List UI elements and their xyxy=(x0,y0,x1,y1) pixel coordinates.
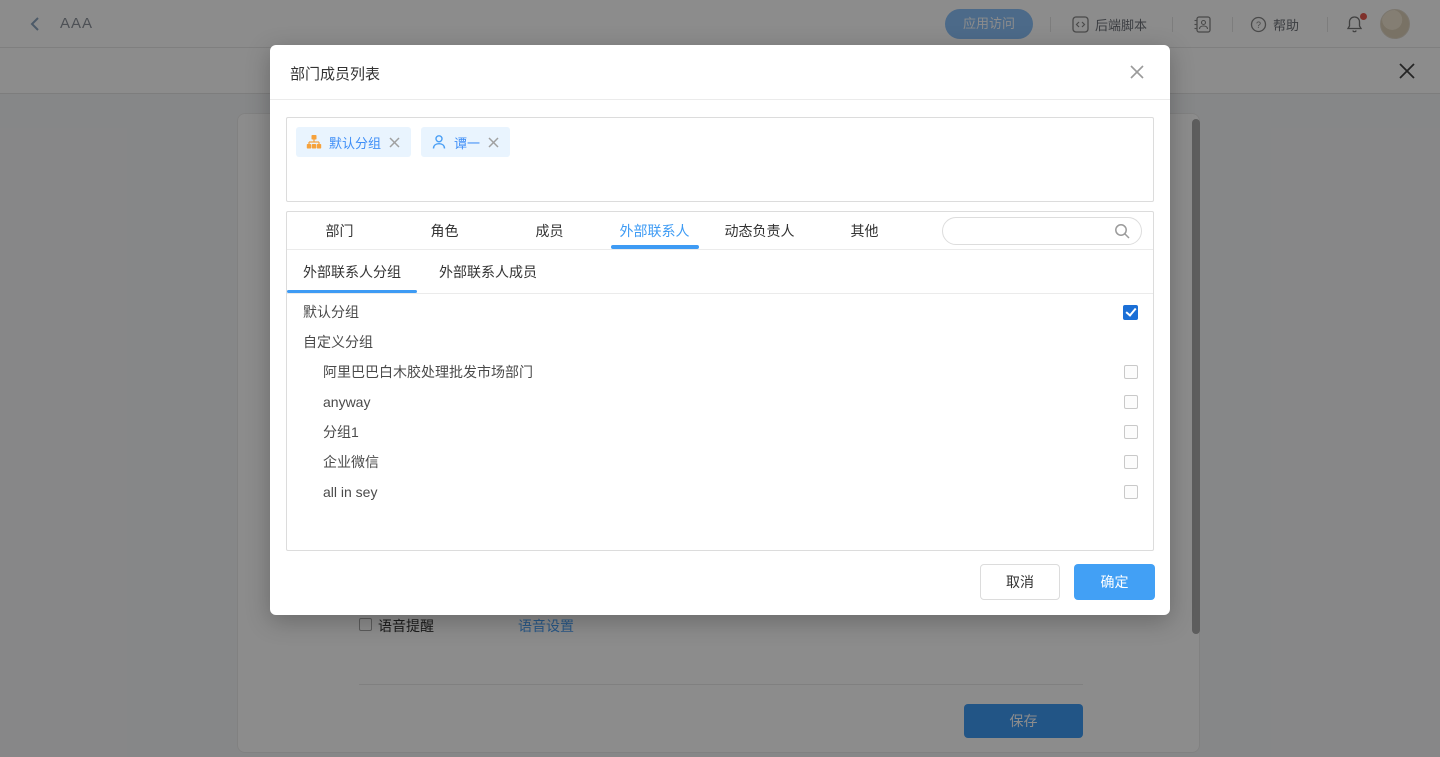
list-item-label: all in sey xyxy=(303,484,377,500)
selected-tags-box: 默认分组 谭一 xyxy=(286,117,1154,202)
subtab-external-contact-members[interactable]: 外部联系人成员 xyxy=(423,250,553,293)
list-item-checkbox[interactable] xyxy=(1124,425,1138,439)
picker-box: 部门 角色 成员 外部联系人 动态负责人 其他 外部联系人分组 外部联系人成员 … xyxy=(286,211,1154,551)
tab-row: 部门 角色 成员 外部联系人 动态负责人 其他 xyxy=(287,212,1153,250)
modal-close-icon[interactable] xyxy=(1128,63,1146,81)
list-item[interactable]: 分组1 xyxy=(287,417,1153,447)
department-member-modal: 部门成员列表 默认分组 谭一 部门 角色 xyxy=(270,45,1170,615)
list-item-checkbox[interactable] xyxy=(1124,365,1138,379)
org-chart-icon xyxy=(306,134,322,150)
list-item-checkbox[interactable] xyxy=(1124,395,1138,409)
list-item-label: 自定义分组 xyxy=(303,332,373,352)
tag-label: 谭一 xyxy=(454,133,480,152)
list-item[interactable]: 默认分组 xyxy=(287,297,1153,327)
selected-tag-group[interactable]: 默认分组 xyxy=(296,127,411,157)
tab-external-contact[interactable]: 外部联系人 xyxy=(602,212,707,249)
subtab-row: 外部联系人分组 外部联系人成员 xyxy=(287,250,1153,294)
modal-header: 部门成员列表 xyxy=(270,45,1170,100)
search-box xyxy=(942,217,1142,245)
group-list: 默认分组 自定义分组 阿里巴巴白木胶处理批发市场部门 anyway 分组1 企业… xyxy=(287,294,1153,550)
list-item-label: 阿里巴巴白木胶处理批发市场部门 xyxy=(303,362,533,382)
list-item[interactable]: 企业微信 xyxy=(287,447,1153,477)
tab-member[interactable]: 成员 xyxy=(497,212,602,249)
selected-tag-member[interactable]: 谭一 xyxy=(421,127,510,157)
tab-dynamic-owner[interactable]: 动态负责人 xyxy=(707,212,812,249)
search-input[interactable] xyxy=(957,218,1107,244)
list-item[interactable]: all in sey xyxy=(287,477,1153,507)
search-icon[interactable] xyxy=(1114,223,1131,240)
person-icon xyxy=(431,134,447,150)
tag-remove-icon[interactable] xyxy=(487,136,500,149)
subtab-external-contact-groups[interactable]: 外部联系人分组 xyxy=(287,250,417,293)
list-item-checkbox[interactable] xyxy=(1124,485,1138,499)
list-item-label: 分组1 xyxy=(303,422,359,442)
list-item-label: 默认分组 xyxy=(303,302,359,322)
list-item-checkbox[interactable] xyxy=(1124,455,1138,469)
cancel-button[interactable]: 取消 xyxy=(980,564,1060,600)
tab-role[interactable]: 角色 xyxy=(392,212,497,249)
tab-department[interactable]: 部门 xyxy=(287,212,392,249)
tag-label: 默认分组 xyxy=(329,133,381,152)
modal-title: 部门成员列表 xyxy=(290,63,380,84)
list-item[interactable]: 自定义分组 xyxy=(287,327,1153,357)
list-item[interactable]: 阿里巴巴白木胶处理批发市场部门 xyxy=(287,357,1153,387)
tab-other[interactable]: 其他 xyxy=(812,212,917,249)
list-item-checkbox[interactable] xyxy=(1123,305,1138,320)
tag-remove-icon[interactable] xyxy=(388,136,401,149)
confirm-button[interactable]: 确定 xyxy=(1074,564,1155,600)
list-item-label: anyway xyxy=(303,394,370,410)
list-item-label: 企业微信 xyxy=(303,452,379,472)
list-item[interactable]: anyway xyxy=(287,387,1153,417)
